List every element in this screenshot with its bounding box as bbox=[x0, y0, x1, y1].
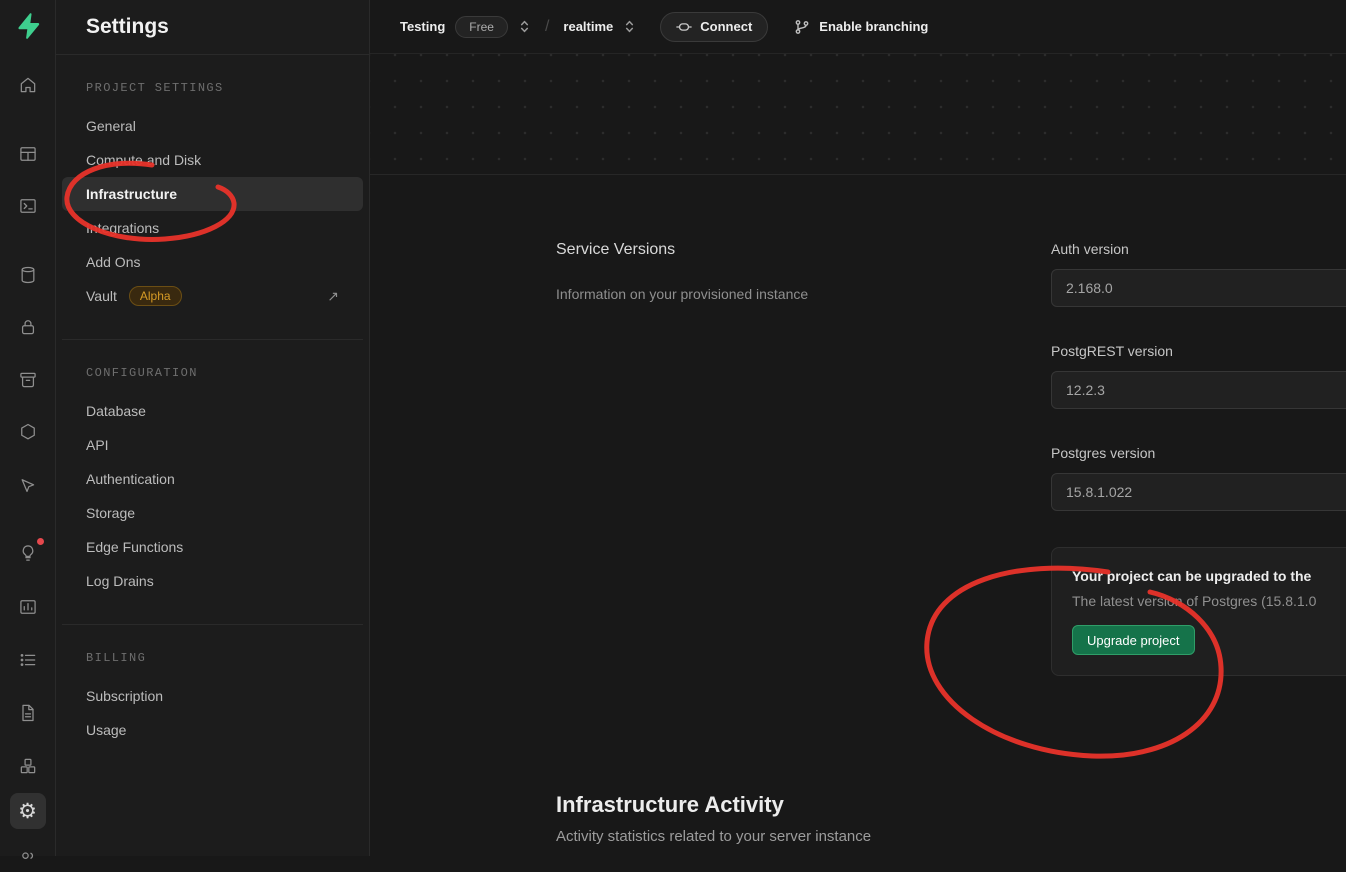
sidebar-item-database[interactable]: Database bbox=[62, 394, 363, 428]
sidebar-item-add-ons[interactable]: Add Ons bbox=[62, 245, 363, 279]
rail-item-storage[interactable] bbox=[15, 367, 41, 393]
sidebar-item-vault[interactable]: Vault Alpha ↗ bbox=[62, 279, 363, 313]
enable-branching-label: Enable branching bbox=[819, 19, 929, 34]
branch-selector-chevrons-icon[interactable] bbox=[623, 18, 636, 35]
sidebar-item-infrastructure[interactable]: Infrastructure bbox=[62, 177, 363, 211]
enable-branching-button[interactable]: Enable branching bbox=[794, 19, 928, 35]
infrastructure-content: Service Versions Information on your pro… bbox=[370, 175, 1346, 856]
activity-subtitle: Activity statistics related to your serv… bbox=[556, 828, 872, 845]
postgres-version-label: Postgres version bbox=[1051, 445, 1156, 461]
upgrade-notice-title: Your project can be upgraded to the bbox=[1072, 568, 1312, 584]
upgrade-project-button[interactable]: Upgrade project bbox=[1072, 625, 1195, 655]
hexagon-icon bbox=[20, 423, 35, 440]
activity-title: Infrastructure Activity bbox=[556, 792, 784, 817]
postgrest-version-input[interactable] bbox=[1051, 371, 1346, 409]
rail-item-edge-functions[interactable] bbox=[15, 419, 41, 445]
rail-item-advisors[interactable] bbox=[15, 538, 44, 566]
postgrest-version-field: PostgREST version bbox=[1051, 343, 1346, 409]
database-icon bbox=[21, 266, 34, 284]
rail-item-database[interactable] bbox=[15, 262, 41, 288]
sidebar-item-general[interactable]: General bbox=[62, 109, 363, 143]
auth-version-label: Auth version bbox=[1051, 241, 1129, 257]
terminal-icon bbox=[19, 199, 36, 213]
sidebar-item-integrations[interactable]: Integrations bbox=[62, 211, 363, 245]
file-text-icon bbox=[21, 704, 34, 722]
section-header: CONFIGURATION bbox=[86, 366, 198, 380]
rail-item-home[interactable] bbox=[15, 72, 41, 98]
project-selector-chevrons-icon[interactable] bbox=[518, 18, 531, 35]
list-icon bbox=[20, 654, 35, 666]
rail-item-authentication[interactable] bbox=[15, 314, 41, 340]
supabase-logo[interactable] bbox=[14, 12, 42, 40]
sidebar-item-authentication[interactable]: Authentication bbox=[62, 462, 363, 496]
section-subtitle: Information on your provisioned instance bbox=[556, 286, 809, 302]
page-title: Settings bbox=[86, 15, 169, 38]
connect-label: Connect bbox=[700, 19, 753, 34]
plug-icon bbox=[676, 22, 693, 31]
sidebar-item-usage[interactable]: Usage bbox=[62, 713, 363, 747]
rail-item-partial[interactable] bbox=[15, 846, 41, 872]
divider bbox=[62, 339, 363, 340]
users-icon bbox=[21, 852, 33, 859]
settings-sidebar: Settings PROJECT SETTINGS General Comput… bbox=[56, 0, 370, 856]
rail-item-reports[interactable] bbox=[15, 594, 41, 620]
section-configuration: CONFIGURATION Database API Authenticatio… bbox=[62, 366, 363, 598]
notification-dot bbox=[36, 538, 44, 545]
sidebar-item-log-drains[interactable]: Log Drains bbox=[62, 564, 363, 598]
dotted-banner bbox=[370, 54, 1346, 175]
sidebar-item-api[interactable]: API bbox=[62, 428, 363, 462]
rail-item-table-editor[interactable] bbox=[15, 141, 41, 167]
infrastructure-activity-block: Infrastructure Activity Activity statist… bbox=[556, 792, 871, 845]
home-icon bbox=[20, 77, 35, 93]
sidebar-header: Settings bbox=[56, 0, 369, 55]
rail-item-api-docs[interactable] bbox=[15, 700, 41, 726]
rail-item-logs[interactable] bbox=[15, 647, 41, 673]
branch-name[interactable]: realtime bbox=[563, 19, 613, 34]
rail-item-integrations[interactable] bbox=[15, 753, 41, 779]
settings-nav: PROJECT SETTINGS General Compute and Dis… bbox=[56, 81, 369, 747]
main-area: Testing Free / realtime Connect Enable b… bbox=[370, 0, 1346, 856]
divider bbox=[62, 624, 363, 625]
git-branch-icon bbox=[795, 19, 809, 34]
rail-item-sql-editor[interactable] bbox=[15, 193, 41, 219]
sidebar-item-compute-and-disk[interactable]: Compute and Disk bbox=[62, 143, 363, 177]
rail-item-settings[interactable]: ⚙ bbox=[9, 793, 46, 829]
service-versions-form: Auth version PostgREST version Postgres … bbox=[1051, 241, 1346, 676]
archive-icon bbox=[19, 372, 36, 388]
connect-button[interactable]: Connect bbox=[660, 11, 769, 42]
section-billing: BILLING Subscription Usage bbox=[62, 651, 363, 747]
alpha-badge: Alpha bbox=[128, 286, 182, 306]
upgrade-notice-panel: Your project can be upgraded to the The … bbox=[1051, 547, 1346, 676]
sidebar-item-edge-functions[interactable]: Edge Functions bbox=[62, 530, 363, 564]
gear-icon: ⚙ bbox=[18, 799, 37, 823]
blocks-icon bbox=[20, 758, 35, 774]
section-header: PROJECT SETTINGS bbox=[86, 81, 224, 95]
project-name[interactable]: Testing bbox=[400, 19, 445, 34]
rail-item-realtime[interactable] bbox=[15, 473, 41, 499]
plan-badge[interactable]: Free bbox=[455, 15, 508, 38]
breadcrumb-separator: / bbox=[544, 17, 550, 35]
upgrade-notice-description: The latest version of Postgres (15.8.1.0 bbox=[1072, 593, 1317, 609]
service-versions-description-block: Service Versions Information on your pro… bbox=[556, 241, 896, 302]
auth-version-field: Auth version bbox=[1051, 241, 1346, 307]
section-project-settings: PROJECT SETTINGS General Compute and Dis… bbox=[62, 81, 363, 313]
postgres-version-input[interactable] bbox=[1051, 473, 1346, 511]
table-icon bbox=[19, 147, 36, 161]
sidebar-item-storage[interactable]: Storage bbox=[62, 496, 363, 530]
section-header: BILLING bbox=[86, 651, 147, 665]
lightbulb-icon bbox=[22, 545, 33, 561]
section-title: Service Versions bbox=[556, 241, 676, 258]
cursor-icon bbox=[21, 479, 34, 493]
sidebar-item-subscription[interactable]: Subscription bbox=[62, 679, 363, 713]
postgres-version-field: Postgres version bbox=[1051, 445, 1346, 511]
vault-label: Vault bbox=[86, 288, 117, 304]
postgrest-version-label: PostgREST version bbox=[1051, 343, 1173, 359]
external-link-icon: ↗ bbox=[327, 287, 339, 304]
topbar: Testing Free / realtime Connect Enable b… bbox=[370, 0, 1346, 54]
bar-chart-icon bbox=[19, 600, 36, 614]
auth-version-input[interactable] bbox=[1051, 269, 1346, 307]
nav-rail: ⚙ bbox=[0, 0, 56, 859]
lock-icon bbox=[21, 320, 34, 335]
